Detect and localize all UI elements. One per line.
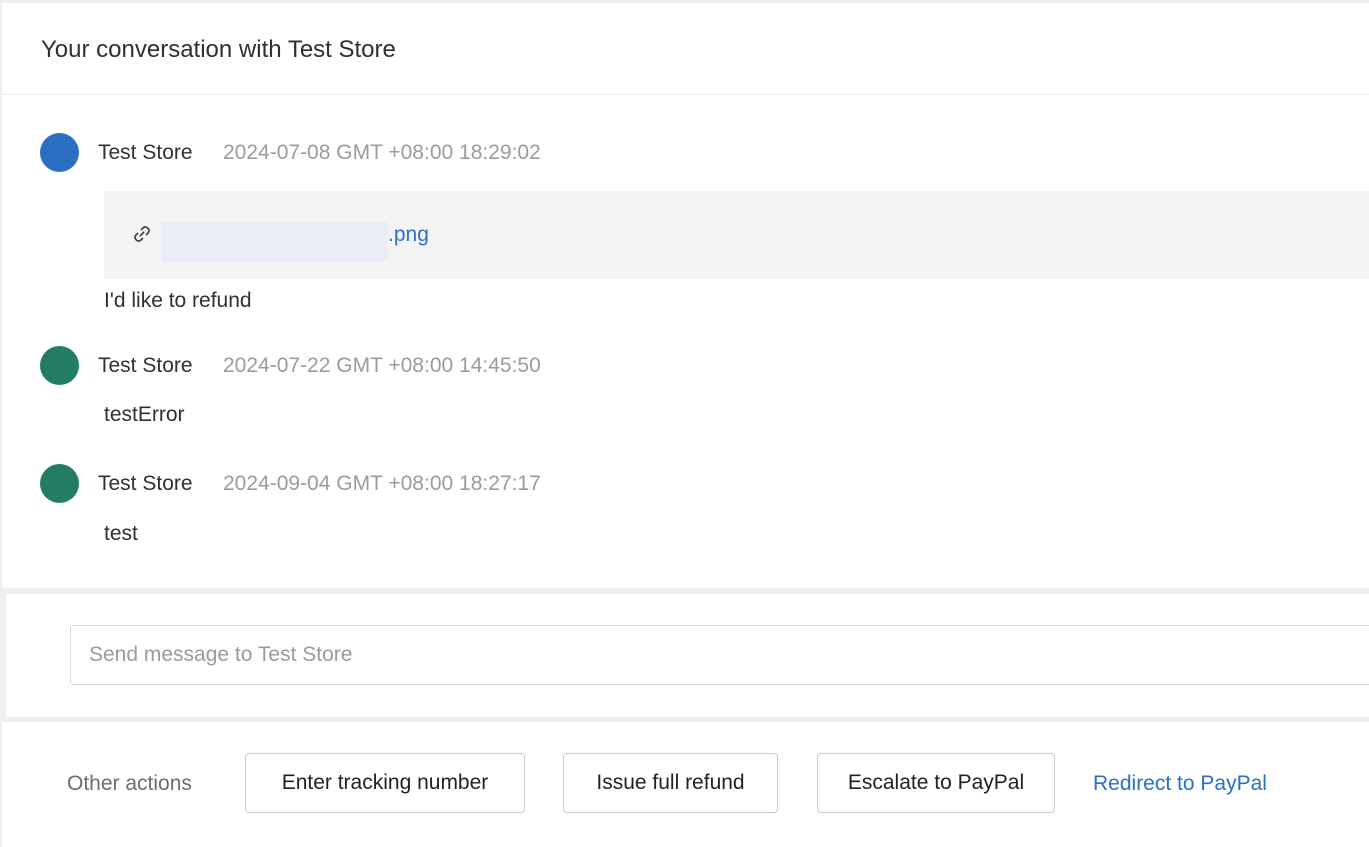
issue-full-refund-button[interactable]: Issue full refund: [563, 753, 778, 813]
enter-tracking-number-button[interactable]: Enter tracking number: [245, 753, 525, 813]
message-timestamp: 2024-07-08 GMT +08:00 18:29:02: [223, 141, 541, 164]
message-input[interactable]: [70, 625, 1369, 685]
conversation-card: Your conversation with Test Store Test S…: [2, 3, 1369, 588]
avatar: [40, 346, 79, 385]
attachment-link[interactable]: .png: [388, 223, 429, 247]
redirect-to-paypal-link[interactable]: Redirect to PayPal: [1093, 772, 1267, 796]
redacted-filename: [162, 222, 388, 262]
actions-card: Other actions Enter tracking number Issu…: [2, 722, 1369, 847]
message-timestamp: 2024-07-22 GMT +08:00 14:45:50: [223, 354, 541, 377]
other-actions-label: Other actions: [67, 772, 192, 795]
conversation-title: Your conversation with Test Store: [2, 3, 1369, 95]
message-text: test: [104, 522, 138, 545]
page: Your conversation with Test Store Test S…: [0, 0, 1369, 847]
attachment-box: .png: [104, 191, 1369, 279]
message-sender: Test Store: [98, 354, 193, 377]
message-timestamp: 2024-09-04 GMT +08:00 18:27:17: [223, 472, 541, 495]
message-text: I'd like to refund: [104, 289, 252, 312]
message-sender: Test Store: [98, 141, 193, 164]
link-icon: [132, 224, 152, 244]
avatar: [40, 464, 79, 503]
message-sender: Test Store: [98, 472, 193, 495]
avatar: [40, 133, 79, 172]
message-text: testError: [104, 403, 185, 426]
escalate-to-paypal-button[interactable]: Escalate to PayPal: [817, 753, 1055, 813]
compose-card: [6, 594, 1369, 717]
